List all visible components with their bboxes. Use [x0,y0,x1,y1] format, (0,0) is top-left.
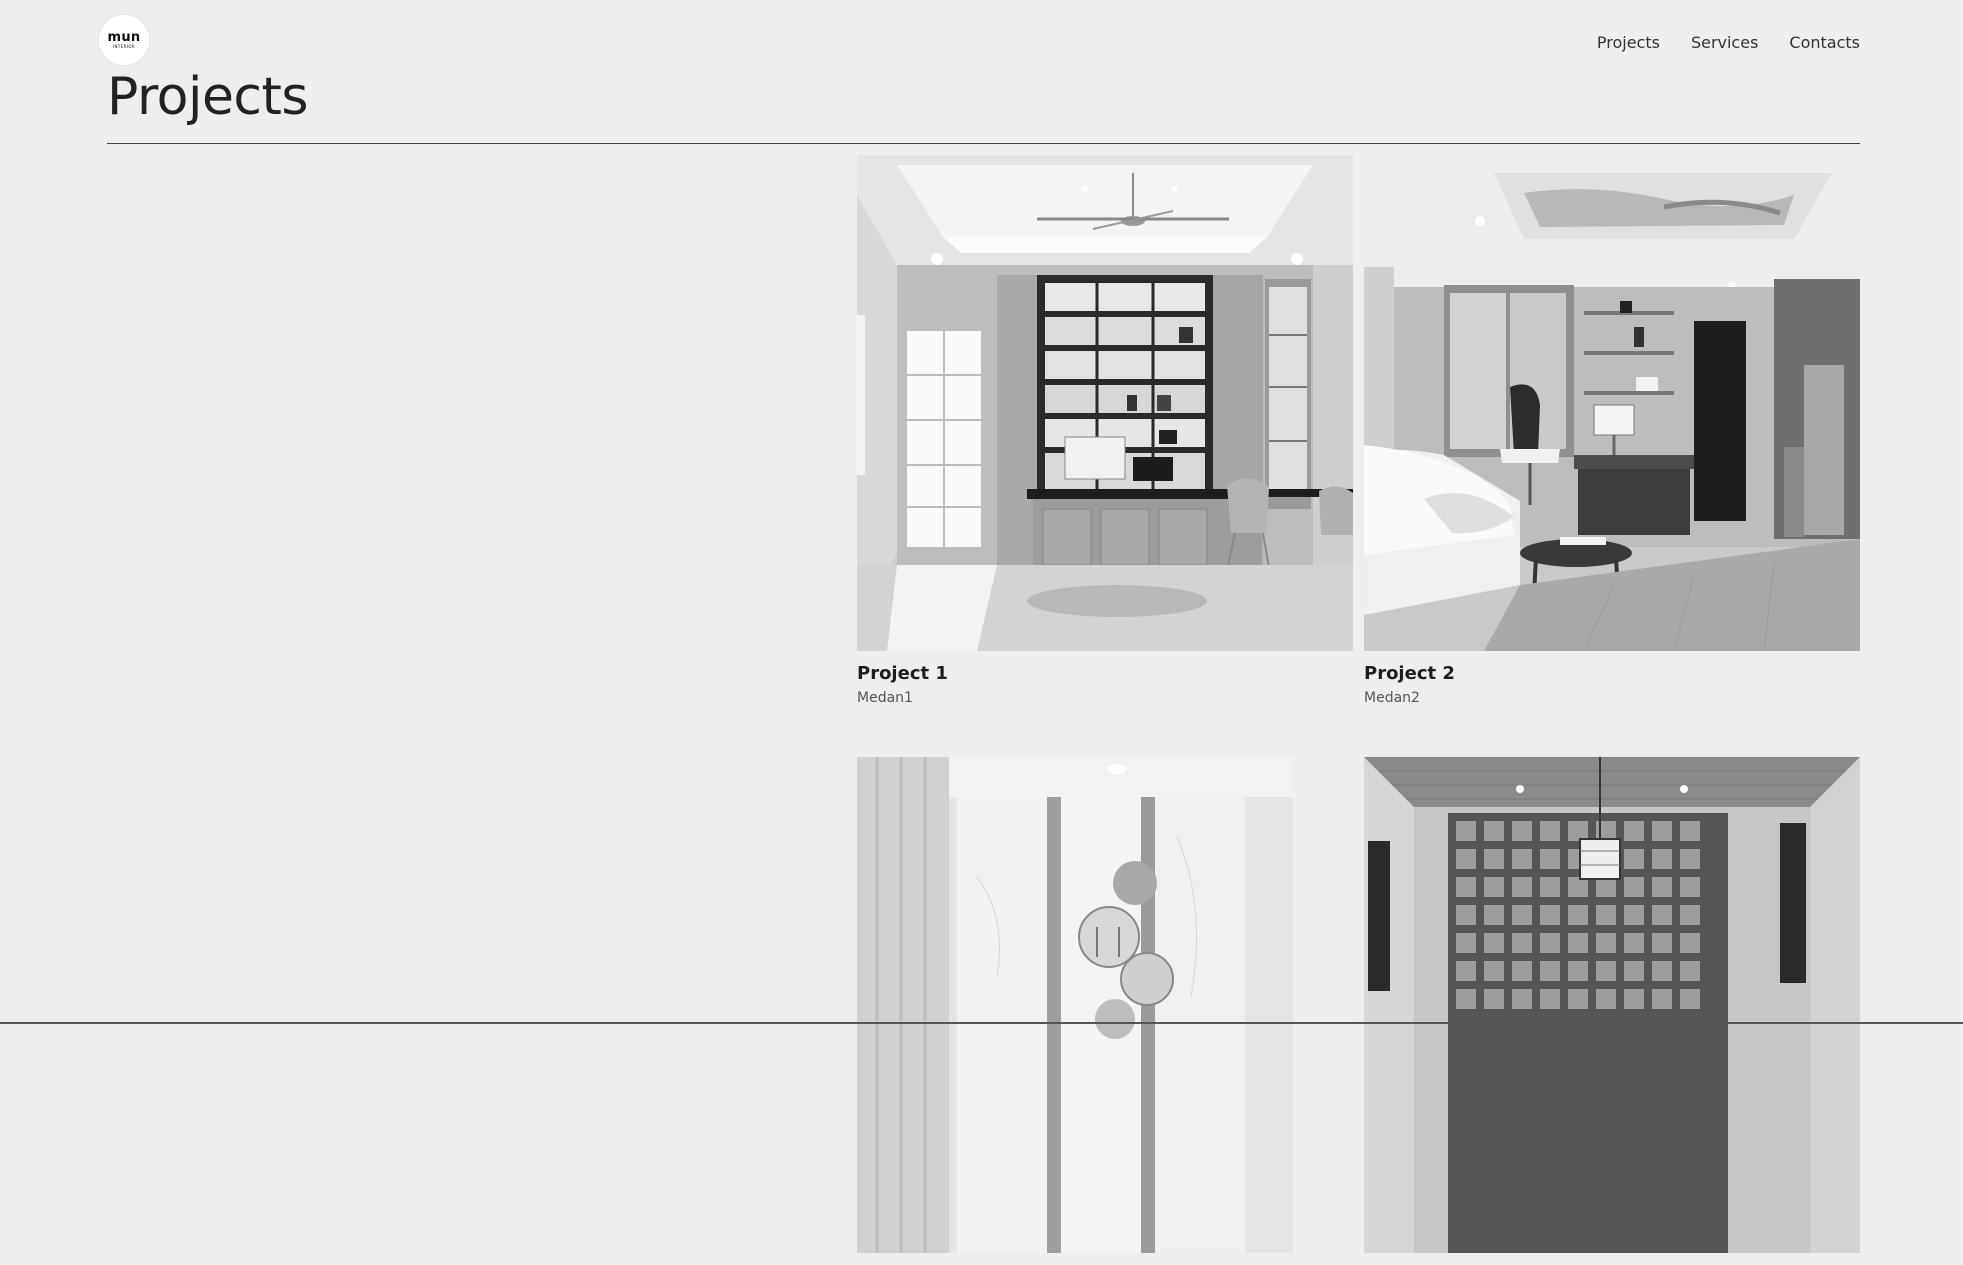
projects-grid: Project 1 Medan1 Project 2 Medan2 [857,155,1860,1265]
nav-services[interactable]: Services [1691,33,1758,52]
project-1-image[interactable] [857,155,1353,651]
project-title[interactable]: Project 2 [1364,663,1860,685]
nav-contacts[interactable]: Contacts [1789,33,1860,52]
project-3-image[interactable] [857,757,1353,1253]
project-card[interactable]: Project 1 Medan1 [857,155,1353,707]
project-card[interactable] [857,757,1353,1265]
main-nav: Projects Services Contacts [1597,33,1860,52]
nav-projects[interactable]: Projects [1597,33,1660,52]
logo-subtext: INTERIOR [112,43,136,49]
project-title[interactable]: Project 1 [857,663,1353,685]
project-location: Medan1 [857,690,913,706]
logo-text: mun [107,29,141,45]
project-4-image[interactable] [1364,757,1860,1253]
page-title: Projects [107,67,309,127]
title-divider [107,143,1860,144]
project-location: Medan2 [1364,690,1420,706]
brand-logo[interactable]: mun INTERIOR [99,15,149,65]
project-2-image[interactable] [1364,155,1860,651]
project-card[interactable]: Project 2 Medan2 [1364,155,1860,707]
project-card[interactable] [1364,757,1860,1265]
